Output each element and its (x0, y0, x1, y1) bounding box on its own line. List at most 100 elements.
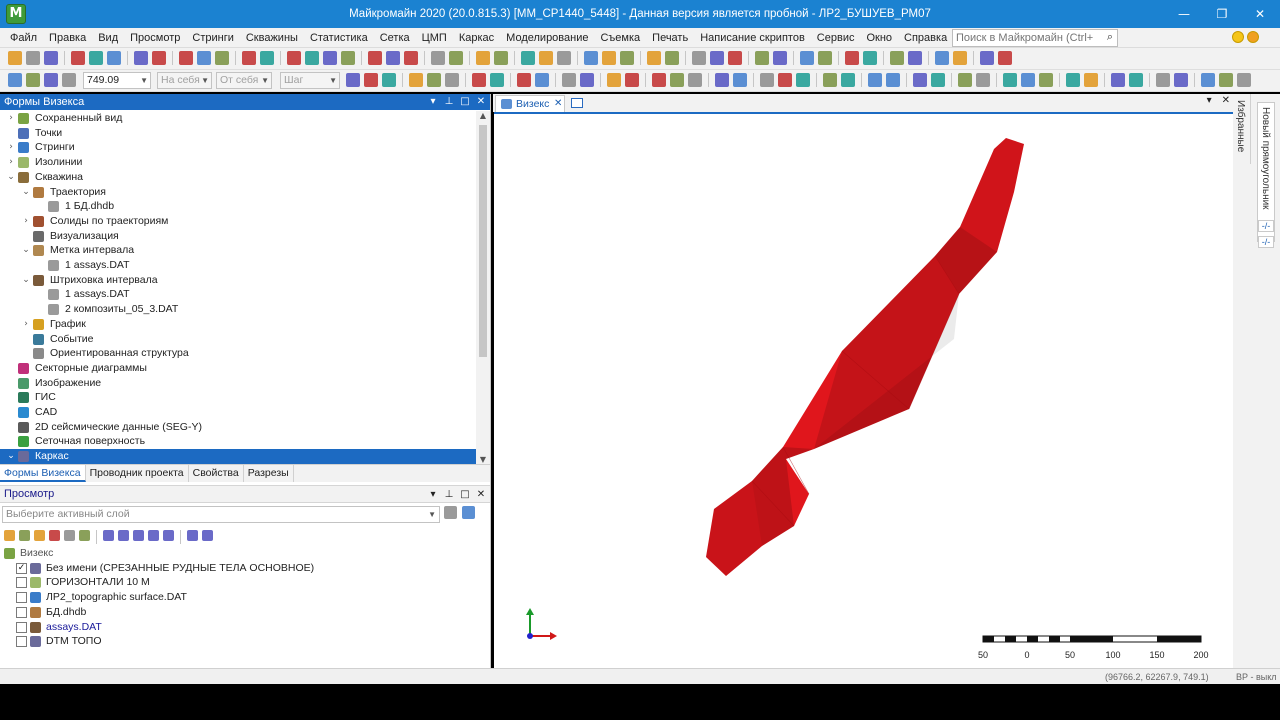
menu-item[interactable]: Правка (43, 28, 92, 48)
toolbar-button-icon[interactable] (287, 51, 301, 65)
chevron-right-icon[interactable]: › (6, 111, 16, 126)
side-mini-tab-1[interactable]: -/- (1258, 220, 1274, 232)
toolbar-button-icon[interactable] (733, 73, 747, 87)
preview-tool-icon[interactable] (79, 530, 90, 541)
menu-item[interactable]: Сервис (811, 28, 861, 48)
toolbar-button-icon[interactable] (868, 73, 882, 87)
close-tab-icon[interactable]: ✕ (554, 96, 562, 112)
tree-item[interactable]: › Стринги (0, 140, 476, 155)
menu-item[interactable]: Печать (646, 28, 694, 48)
tree-item[interactable]: Изображение (0, 376, 476, 391)
dropdown-icon[interactable]: ▾ (1207, 95, 1212, 106)
menu-item[interactable]: Справка (898, 28, 953, 48)
toolbar-button-icon[interactable] (890, 51, 904, 65)
preview-tool-icon[interactable] (49, 530, 60, 541)
toolbar-button-icon[interactable] (539, 51, 553, 65)
toolbar-button-icon[interactable] (760, 73, 774, 87)
scroll-down-icon[interactable]: ▼ (476, 455, 490, 464)
layer-checkbox[interactable] (16, 621, 27, 633)
panel-tab[interactable]: Проводник проекта (86, 465, 189, 482)
toolbar-button-icon[interactable] (841, 73, 855, 87)
toolbar-button-icon[interactable] (1237, 73, 1251, 87)
toolbar-button-icon[interactable] (490, 73, 504, 87)
toward-self-field[interactable]: На себя ▼ (157, 72, 212, 89)
toolbar-button-icon[interactable] (179, 51, 193, 65)
toolbar-button-icon[interactable] (692, 51, 706, 65)
preview-tool-icon[interactable] (148, 530, 159, 541)
toolbar-button-icon[interactable] (341, 51, 355, 65)
toolbar-button-icon[interactable] (404, 51, 418, 65)
preview-tool-icon[interactable] (34, 530, 45, 541)
toolbar-button-icon[interactable] (1066, 73, 1080, 87)
menu-item[interactable]: Вид (92, 28, 124, 48)
toolbar-button-icon[interactable] (1219, 73, 1233, 87)
chevron-right-icon[interactable]: › (6, 155, 16, 170)
find-layer-icon[interactable] (462, 506, 475, 519)
toolbar-button-icon[interactable] (908, 51, 922, 65)
toolbar-button-icon[interactable] (665, 51, 679, 65)
scroll-up-icon[interactable]: ▲ (476, 111, 490, 120)
preview-tool-icon[interactable] (163, 530, 174, 541)
chevron-right-icon[interactable]: › (21, 214, 31, 229)
toolbar-button-icon[interactable] (998, 51, 1012, 65)
smile-feedback-icon[interactable] (1232, 31, 1244, 43)
tree-item[interactable]: 1 assays.DAT (0, 258, 476, 273)
preview-tool-icon[interactable] (4, 530, 15, 541)
tree-item[interactable]: › Изолинии (0, 155, 476, 170)
toolbar-button-icon[interactable] (823, 73, 837, 87)
toolbar-button-icon[interactable] (1156, 73, 1170, 87)
toolbar-button-icon[interactable] (197, 51, 211, 65)
tree-item[interactable]: ⌄ Штриховка интервала (0, 273, 476, 288)
toolbar-button-icon[interactable] (1039, 73, 1053, 87)
plan-icon[interactable] (26, 73, 40, 87)
chevron-down-icon[interactable]: ▼ (140, 73, 148, 88)
orebody-wireframe[interactable] (494, 114, 1233, 668)
toolbar-button-icon[interactable] (8, 51, 22, 65)
menu-item[interactable]: Моделирование (500, 28, 594, 48)
toolbar-button-icon[interactable] (796, 73, 810, 87)
chevron-down-icon[interactable]: ▼ (261, 73, 269, 88)
toolbar-button-icon[interactable] (346, 73, 360, 87)
toolbar-button-icon[interactable] (535, 73, 549, 87)
menu-item[interactable]: Сетка (374, 28, 416, 48)
toolbar-button-icon[interactable] (647, 51, 661, 65)
tree-item[interactable]: ⌄ Каркас (0, 449, 476, 464)
toolbar-button-icon[interactable] (431, 51, 445, 65)
toolbar-button-icon[interactable] (584, 51, 598, 65)
tree-item[interactable]: › График (0, 317, 476, 332)
active-layer-select[interactable]: Выберите активный слой ▼ (2, 506, 440, 523)
search-box[interactable]: ⌕ (952, 29, 1118, 47)
close-icon[interactable]: ✕ (1222, 95, 1230, 106)
toolbar-button-icon[interactable] (494, 51, 508, 65)
toolbar-button-icon[interactable] (935, 51, 949, 65)
chevron-down-icon[interactable]: ⌄ (21, 185, 31, 200)
away-self-field[interactable]: От себя ▼ (216, 72, 272, 89)
layer-checkbox[interactable] (16, 592, 27, 604)
toolbar-button-icon[interactable] (688, 73, 702, 87)
preview-tool-icon[interactable] (118, 530, 129, 541)
tree-scrollbar[interactable]: ▲ ▼ (476, 111, 490, 464)
layer-checkbox[interactable]: ✓ (16, 562, 27, 574)
toolbar-button-icon[interactable] (260, 51, 274, 65)
rotate-icon[interactable] (44, 73, 58, 87)
toolbar-button-icon[interactable] (368, 51, 382, 65)
tree-item[interactable]: ⌄ Метка интервала (0, 243, 476, 258)
chevron-right-icon[interactable]: › (6, 140, 16, 155)
layer-checkbox[interactable] (16, 606, 27, 618)
menu-item[interactable]: Съемка (594, 28, 646, 48)
chevron-down-icon[interactable]: ⌄ (21, 273, 31, 288)
toolbar-button-icon[interactable] (44, 51, 58, 65)
tree-item[interactable]: › Сохраненный вид (0, 111, 476, 126)
toolbar-button-icon[interactable] (886, 73, 900, 87)
preview-tool-icon[interactable] (103, 530, 114, 541)
tree-item[interactable]: Событие (0, 332, 476, 347)
toolbar-button-icon[interactable] (386, 51, 400, 65)
tree-item[interactable]: Визуализация (0, 229, 476, 244)
toolbar-button-icon[interactable] (755, 51, 769, 65)
new-tab-icon[interactable] (571, 98, 583, 108)
toolbar-button-icon[interactable] (1129, 73, 1143, 87)
layer-checkbox[interactable] (16, 636, 27, 648)
toolbar-button-icon[interactable] (134, 51, 148, 65)
preview-tool-icon[interactable] (133, 530, 144, 541)
maximize-button[interactable]: ❐ (1202, 0, 1242, 28)
